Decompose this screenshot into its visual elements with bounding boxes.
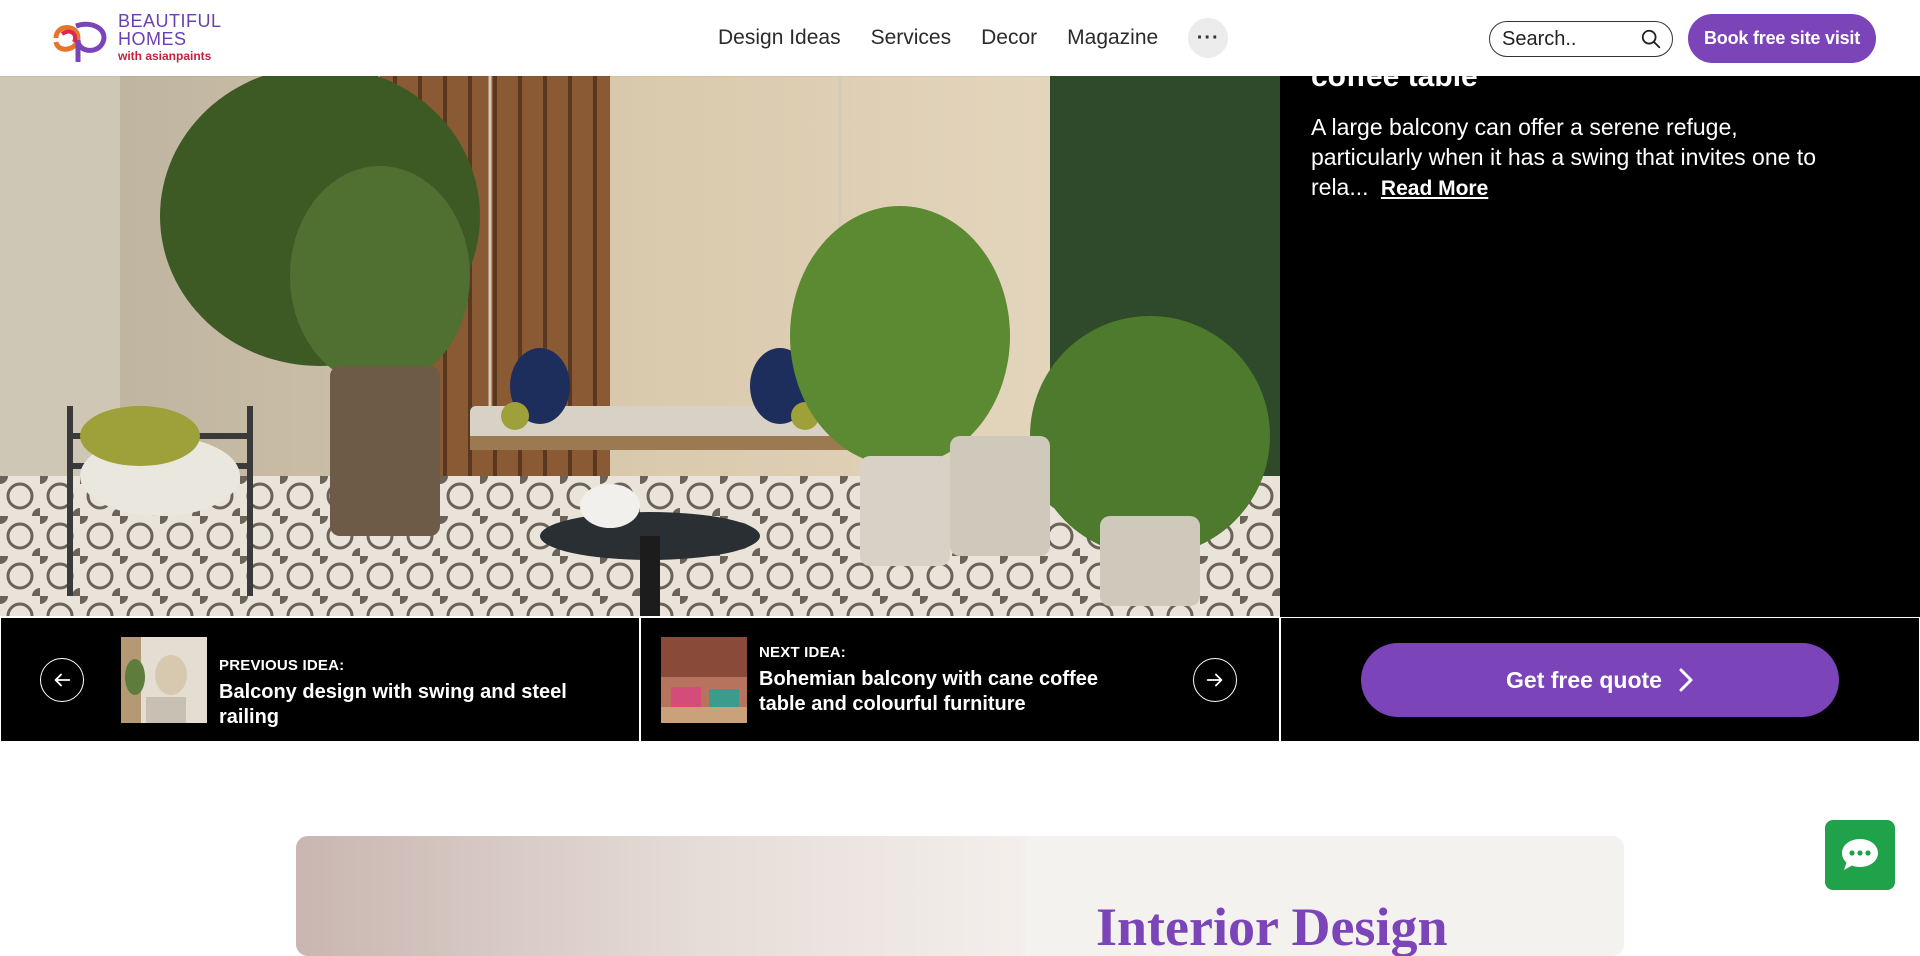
- read-more-link[interactable]: Read More: [1381, 177, 1488, 200]
- hero-description: A large balcony can offer a serene refug…: [1311, 112, 1831, 204]
- next-idea-kicker: NEXT IDEA:: [759, 644, 847, 661]
- previous-idea-image: [121, 637, 207, 723]
- next-idea-card[interactable]: NEXT IDEA: Bohemian balcony with cane co…: [640, 617, 1280, 742]
- quote-panel: Get free quote: [1280, 617, 1920, 742]
- nav-item-design-ideas[interactable]: Design Ideas: [718, 26, 841, 50]
- next-idea-button[interactable]: [1193, 658, 1237, 702]
- get-free-quote-button[interactable]: Get free quote: [1361, 643, 1839, 717]
- logo-line-1: BEAUTIFUL: [118, 11, 222, 31]
- previous-idea-thumbnail[interactable]: [121, 637, 207, 723]
- search-icon[interactable]: [1640, 28, 1662, 50]
- hero-image: [0, 76, 1280, 616]
- previous-idea-card[interactable]: PREVIOUS IDEA: Balcony design with swing…: [0, 617, 640, 742]
- search-box: [1489, 21, 1673, 57]
- search-input[interactable]: [1502, 27, 1632, 51]
- chat-icon: [1842, 839, 1878, 870]
- chat-button[interactable]: [1825, 820, 1895, 890]
- logo-mark-icon: [53, 21, 107, 62]
- interior-design-heading: Interior Design: [1096, 897, 1448, 956]
- main-nav: Design Ideas Services Decor Magazine ···: [718, 0, 1229, 76]
- next-idea-title[interactable]: Bohemian balcony with cane coffee table …: [759, 667, 1149, 717]
- nav-item-services[interactable]: Services: [871, 26, 952, 50]
- previous-idea-title[interactable]: Balcony design with swing and steel rail…: [219, 680, 619, 730]
- interior-design-image: [296, 836, 1026, 956]
- nav-item-magazine[interactable]: Magazine: [1067, 26, 1158, 50]
- logo-line-3: with asianpaints: [118, 49, 212, 63]
- brand-logo[interactable]: BEAUTIFUL HOMES with asianpaints: [48, 12, 222, 62]
- next-idea-image: [661, 637, 747, 723]
- previous-idea-button[interactable]: [40, 658, 84, 702]
- next-idea-thumbnail[interactable]: [661, 637, 747, 723]
- balcony-scene-image: [0, 76, 1280, 616]
- idea-navigation-bar: PREVIOUS IDEA: Balcony design with swing…: [0, 617, 1920, 742]
- more-icon[interactable]: ···: [1188, 18, 1229, 58]
- arrow-left-icon: [54, 673, 71, 687]
- get-free-quote-label: Get free quote: [1506, 666, 1662, 693]
- arrow-right-icon: [1206, 673, 1223, 687]
- chevron-right-icon: [1679, 668, 1693, 692]
- previous-idea-kicker: PREVIOUS IDEA:: [219, 657, 345, 674]
- interior-design-card: Interior Design: [296, 836, 1624, 956]
- site-header: BEAUTIFUL HOMES with asianpaints Design …: [0, 0, 1920, 76]
- nav-item-decor[interactable]: Decor: [981, 26, 1037, 50]
- logo-line-2: HOMES: [118, 29, 187, 49]
- book-site-visit-button[interactable]: Book free site visit: [1688, 14, 1876, 63]
